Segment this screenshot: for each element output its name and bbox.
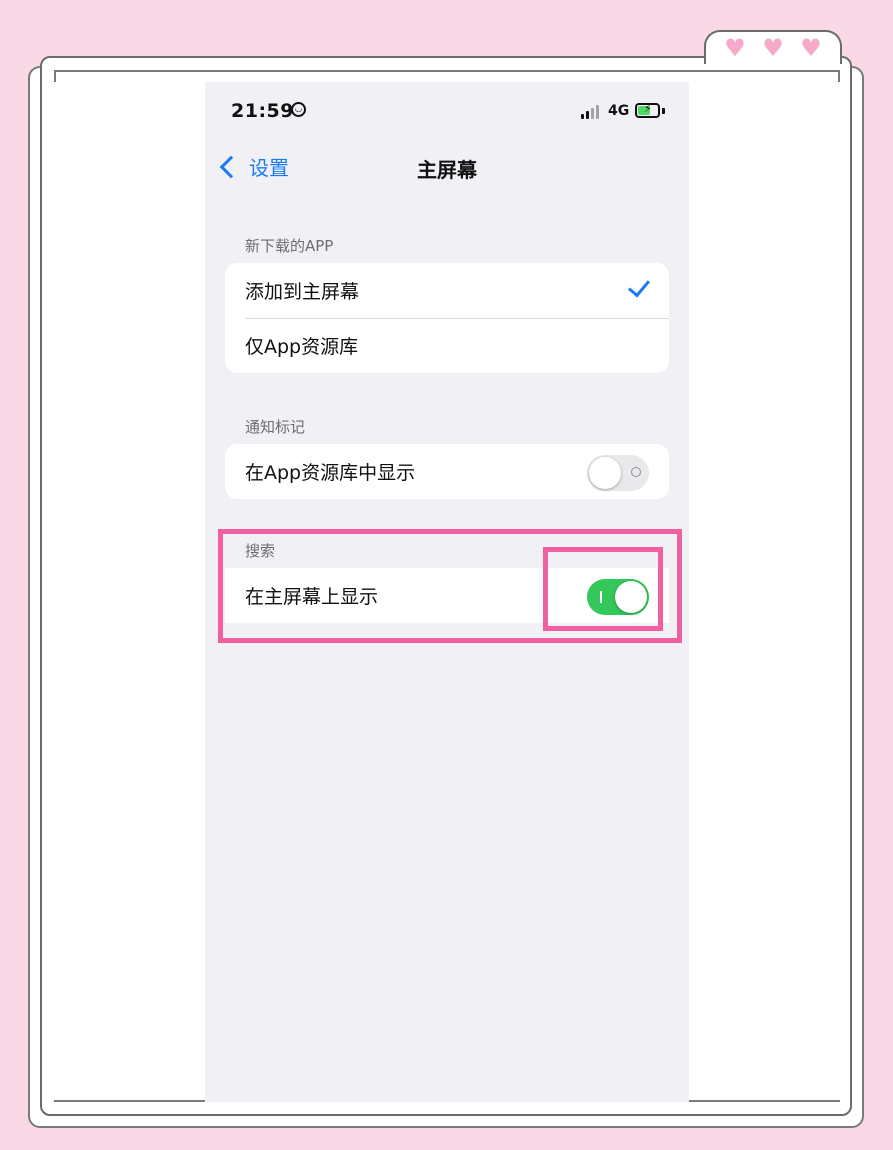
highlight-box-toggle	[543, 547, 663, 631]
option-app-library-only[interactable]: 仅App资源库	[225, 318, 669, 373]
toggle-show-in-app-library[interactable]	[587, 455, 649, 491]
checkmark-icon	[627, 274, 651, 298]
badges-group: 在App资源库中显示	[225, 444, 669, 499]
decorative-tab: ♥ ♥ ♥	[704, 30, 842, 64]
section-header-new-apps: 新下载的APP	[245, 237, 334, 255]
row-label: 在App资源库中显示	[245, 462, 416, 484]
battery-icon: ⚡	[635, 102, 660, 118]
battery-cap	[662, 108, 665, 114]
frame-inner-line	[54, 70, 840, 82]
status-bar: 21:59 ◡ 4G ⚡	[205, 82, 689, 140]
toggle-knob	[589, 457, 621, 489]
navigation-bar: 设置 主屏幕	[205, 144, 689, 190]
network-label: 4G	[608, 103, 630, 119]
toggle-off-mark	[631, 467, 641, 477]
smiley-icon: ◡	[291, 102, 306, 117]
option-label: 添加到主屏幕	[245, 281, 360, 303]
section-header-badges: 通知标记	[245, 418, 306, 436]
heart-icon: ♥	[800, 34, 822, 62]
row-show-in-app-library: 在App资源库中显示	[225, 444, 669, 499]
status-time: 21:59	[231, 100, 294, 122]
option-add-to-home[interactable]: 添加到主屏幕	[225, 263, 669, 318]
signal-icon	[581, 105, 601, 119]
heart-icon: ♥	[724, 34, 746, 62]
option-label: 仅App资源库	[245, 336, 359, 358]
heart-icon: ♥	[762, 34, 784, 62]
page-title: 主屏幕	[417, 158, 477, 182]
new-apps-group: 添加到主屏幕 仅App资源库	[225, 263, 669, 373]
